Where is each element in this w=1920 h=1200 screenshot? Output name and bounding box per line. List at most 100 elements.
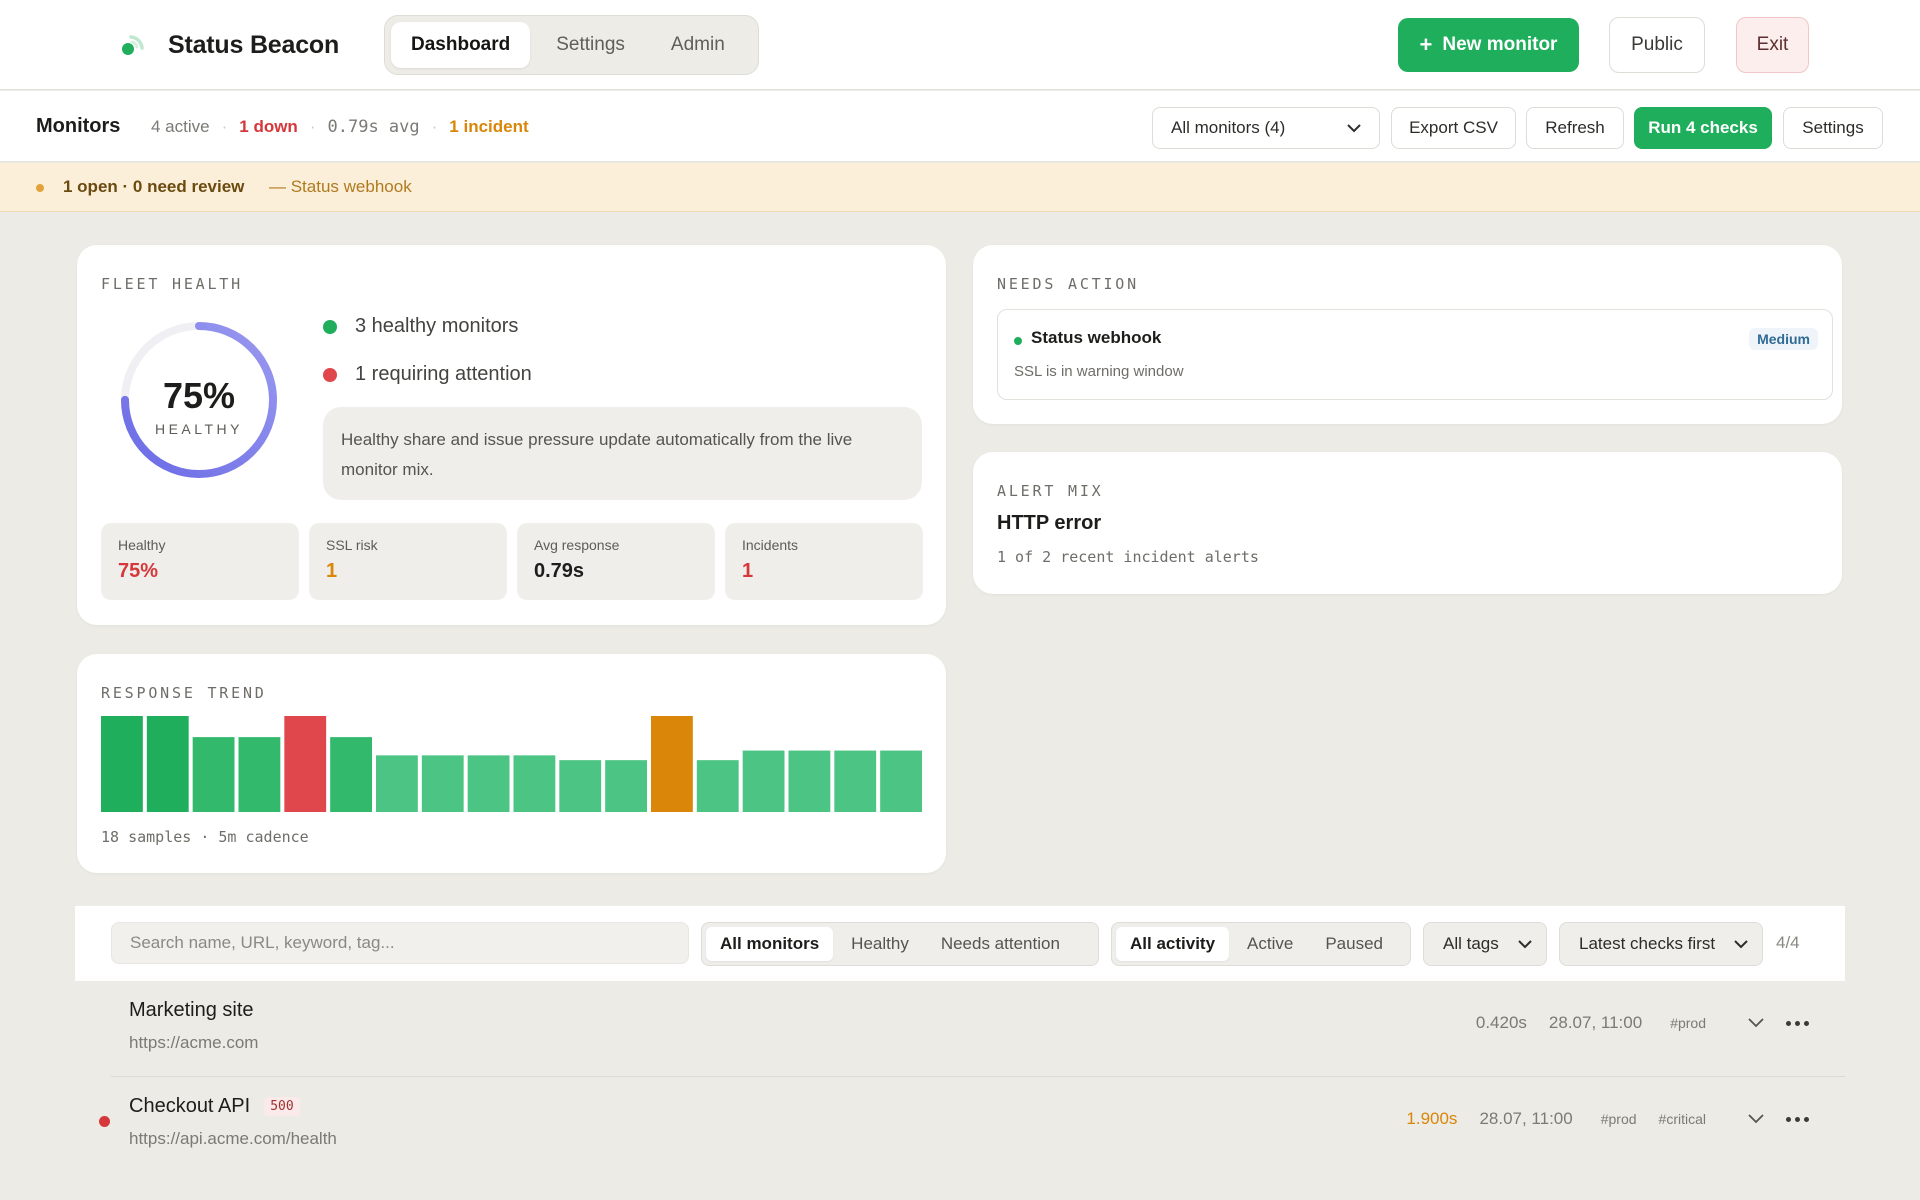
tile-label: Healthy [118,537,166,553]
activity-filter: All activity Active Paused [1111,922,1411,966]
trend-bar[interactable] [467,755,510,812]
new-monitor-label: New monitor [1442,34,1558,55]
filter-all-activity[interactable]: All activity [1116,927,1230,961]
monitor-row[interactable]: Marketing site https://acme.com 0.420s 2… [75,981,1845,1076]
refresh-button[interactable]: Refresh [1526,107,1624,149]
tag-label[interactable]: #critical [1659,1111,1706,1127]
trend-bar[interactable] [696,760,739,812]
new-monitor-button[interactable]: + New monitor [1398,18,1579,72]
down-count: 1 down [239,117,298,136]
more-icon[interactable] [1786,1020,1809,1026]
stat-tile-ssl-risk: SSL risk 1 [309,523,507,600]
exit-button[interactable]: Exit [1736,17,1809,73]
tile-label: Incidents [742,537,799,553]
monitor-meta: 1.900s 28.07, 11:00 #prod #critical [1406,1109,1809,1129]
brand[interactable]: Status Beacon [118,26,339,64]
filter-needs-attention[interactable]: Needs attention [927,927,1074,961]
stat-tile-incidents: Incidents 1 [725,523,923,600]
status-code-badge: 500 [264,1097,300,1116]
tab-dashboard[interactable]: Dashboard [391,22,531,68]
trend-bar[interactable] [651,716,693,812]
settings-button[interactable]: Settings [1783,107,1883,149]
monitor-meta: 0.420s 28.07, 11:00 #prod [1476,1013,1809,1033]
last-check-time: 28.07, 11:00 [1548,1013,1643,1032]
healthy-percent-label: HEALTHY [154,421,244,437]
monitors-toolbar: Monitors 4 active · 1 down · 0.79s avg ·… [0,91,1920,162]
run-checks-button[interactable]: Run 4 checks [1634,107,1772,149]
legend-attention: 1 requiring attention [323,363,532,386]
trend-bar[interactable] [376,755,418,812]
card-label: NEEDS ACTION [997,275,1139,293]
tab-admin[interactable]: Admin [651,22,745,68]
monitor-filter-bar: Search name, URL, keyword, tag... All mo… [75,906,1845,981]
tile-value: 1 [326,560,338,582]
trend-bar[interactable] [146,716,189,812]
filter-active[interactable]: Active [1233,927,1307,961]
action-item-desc: SSL is in warning window [1014,363,1184,380]
card-label: RESPONSE TREND [101,684,267,702]
sort-select[interactable]: Latest checks first [1559,922,1763,966]
legend-healthy-label: 3 healthy monitors [355,315,519,337]
trend-bar[interactable] [880,750,922,812]
beacon-logo-icon [118,29,150,61]
tags-select-value: All tags [1443,934,1499,953]
trend-bar[interactable] [238,737,281,812]
filter-paused[interactable]: Paused [1311,927,1397,961]
sort-select-value: Latest checks first [1579,934,1716,953]
response-time: 0.420s [1475,1013,1527,1032]
monitor-url: https://api.acme.com/health [129,1129,337,1148]
tab-settings[interactable]: Settings [536,22,645,68]
card-label: ALERT MIX [997,482,1104,500]
chevron-down-icon [1347,124,1361,133]
action-item[interactable]: Status webhook SSL is in warning window … [997,309,1833,400]
trend-bar[interactable] [513,755,556,812]
warning-dot-icon [36,184,44,192]
red-dot-icon [323,367,337,382]
monitor-name-label: Checkout API [129,1095,251,1117]
status-dot-icon [1014,337,1022,345]
more-icon[interactable] [1786,1116,1809,1122]
monitor-row[interactable]: Checkout API 500 https://api.acme.com/he… [75,1077,1845,1172]
top-header: Status Beacon Dashboard Settings Admin +… [0,0,1920,90]
tag-label[interactable]: #prod [1670,1015,1706,1031]
trend-bar[interactable] [192,737,235,812]
monitor-filter-select[interactable]: All monitors (4) [1152,107,1380,149]
trend-bar[interactable] [834,750,877,812]
incident-banner[interactable]: 1 open · 0 need review — Status webhook [0,163,1920,212]
monitor-name: Checkout API 500 [129,1095,300,1118]
banner-source: — Status webhook [269,177,412,196]
monitor-url: https://acme.com [129,1033,259,1052]
app-name: Status Beacon [168,30,340,59]
trend-bar[interactable] [559,760,602,812]
monitor-filter-value: All monitors (4) [1171,118,1286,137]
tag-label[interactable]: #prod [1601,1111,1637,1127]
trend-bar[interactable] [742,750,785,812]
green-dot-icon [323,319,337,334]
trend-bar[interactable] [421,755,464,812]
down-status-dot-icon [99,1116,110,1127]
search-input[interactable]: Search name, URL, keyword, tag... [111,922,689,964]
chevron-down-icon[interactable] [1748,1018,1764,1028]
trend-bar[interactable] [330,737,372,812]
alert-mix-title: HTTP error [997,512,1102,534]
separator-dot: · [309,117,316,136]
fleet-note: Healthy share and issue pressure update … [323,407,922,500]
response-time: 1.900s [1406,1109,1458,1128]
trend-bar[interactable] [605,760,647,812]
filter-all-monitors[interactable]: All monitors [706,927,834,961]
trend-bar[interactable] [788,750,831,812]
tile-value: 75% [118,560,159,582]
filter-healthy[interactable]: Healthy [837,927,923,961]
severity-badge: Medium [1749,328,1818,350]
trend-bar[interactable] [101,716,143,812]
tags-select[interactable]: All tags [1423,922,1547,966]
action-item-name: Status webhook [1031,328,1162,347]
public-button[interactable]: Public [1609,17,1705,73]
banner-summary: 1 open · 0 need review [63,177,245,196]
export-csv-button[interactable]: Export CSV [1391,107,1516,149]
chevron-down-icon[interactable] [1748,1114,1764,1124]
tile-label: SSL risk [326,537,378,553]
monitor-name-label: Marketing site [129,999,254,1021]
trend-bar[interactable] [284,716,327,812]
status-filter: All monitors Healthy Needs attention [701,922,1099,966]
